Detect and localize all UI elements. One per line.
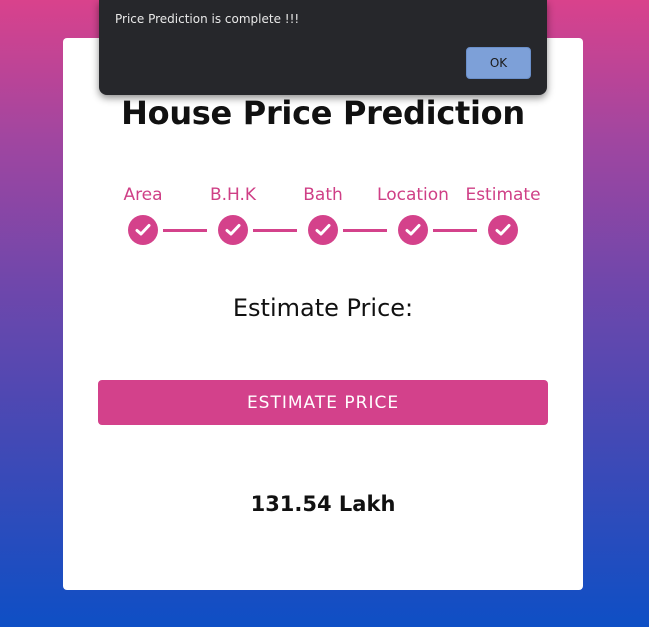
ok-button[interactable]: OK <box>466 47 531 79</box>
step-location-complete <box>398 215 428 245</box>
step-bath-complete <box>308 215 338 245</box>
step-connector <box>343 229 387 232</box>
predicted-price: 131.54 Lakh <box>250 492 396 516</box>
page-title: House Price Prediction <box>121 94 525 132</box>
step-estimate-complete <box>488 215 518 245</box>
step-label-bath: Bath <box>303 185 343 205</box>
step-label-bhk: B.H.K <box>209 185 257 205</box>
check-icon <box>495 224 511 236</box>
check-icon <box>225 224 241 236</box>
step-connector <box>253 229 297 232</box>
alert-message: Price Prediction is complete !!! <box>115 12 300 26</box>
step-connector <box>163 229 207 232</box>
estimate-price-button[interactable]: ESTIMATE PRICE <box>98 380 548 425</box>
prediction-card: House Price Prediction Area B.H.K Bath L… <box>63 38 583 590</box>
check-icon <box>405 224 421 236</box>
alert-dialog: Price Prediction is complete !!! OK <box>99 0 547 95</box>
step-bhk-complete <box>218 215 248 245</box>
step-label-area: Area <box>123 185 163 205</box>
step-connector <box>433 229 477 232</box>
step-label-estimate: Estimate <box>465 185 541 205</box>
check-icon <box>315 224 331 236</box>
estimate-price-label: Estimate Price: <box>232 294 414 322</box>
check-icon <box>135 224 151 236</box>
step-area-complete <box>128 215 158 245</box>
step-label-location: Location <box>377 185 449 205</box>
